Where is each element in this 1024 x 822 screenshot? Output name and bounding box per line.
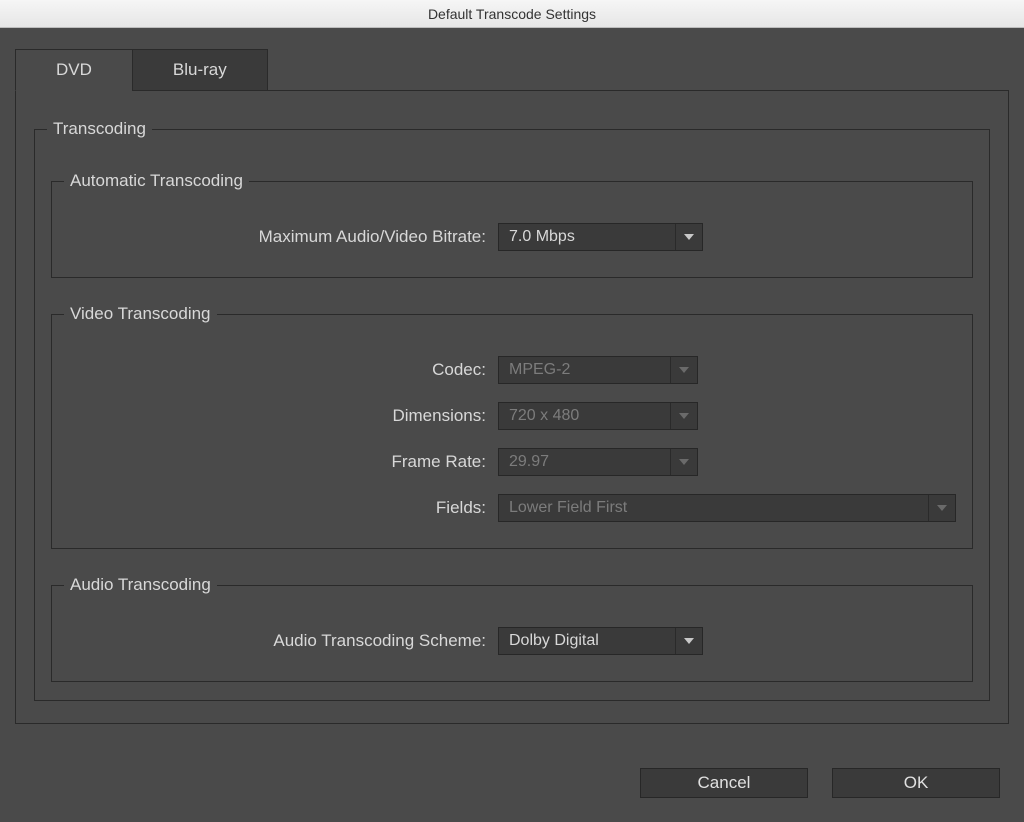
audio-scheme-label: Audio Transcoding Scheme: — [68, 631, 498, 651]
max-bitrate-value: 7.0 Mbps — [499, 228, 675, 246]
video-transcoding-fieldset: Video Transcoding Codec: MPEG-2 Dimensio… — [51, 304, 973, 549]
audio-scheme-row: Audio Transcoding Scheme: Dolby Digital — [68, 627, 956, 655]
codec-label: Codec: — [68, 360, 498, 380]
automatic-transcoding-legend: Automatic Transcoding — [64, 171, 249, 191]
chevron-down-icon — [671, 367, 697, 373]
dimensions-dropdown: 720 x 480 — [498, 402, 698, 430]
dimensions-value: 720 x 480 — [499, 407, 670, 425]
ok-button[interactable]: OK — [832, 768, 1000, 798]
tab-panel-dvd: Transcoding Automatic Transcoding Maximu… — [15, 90, 1009, 724]
codec-value: MPEG-2 — [499, 361, 670, 379]
ok-button-label: OK — [904, 773, 929, 793]
transcoding-legend: Transcoding — [47, 119, 152, 139]
footer-buttons: Cancel OK — [640, 768, 1000, 798]
max-bitrate-label: Maximum Audio/Video Bitrate: — [68, 227, 498, 247]
frame-rate-label: Frame Rate: — [68, 452, 498, 472]
frame-rate-value: 29.97 — [499, 453, 670, 471]
title-bar: Default Transcode Settings — [0, 0, 1024, 28]
chevron-down-icon — [676, 638, 702, 644]
fields-row: Fields: Lower Field First — [68, 494, 956, 522]
tab-bluray[interactable]: Blu-ray — [132, 49, 268, 91]
chevron-down-icon — [929, 505, 955, 511]
max-bitrate-row: Maximum Audio/Video Bitrate: 7.0 Mbps — [68, 223, 956, 251]
cancel-button-label: Cancel — [698, 773, 751, 793]
cancel-button[interactable]: Cancel — [640, 768, 808, 798]
chevron-down-icon — [676, 234, 702, 240]
codec-row: Codec: MPEG-2 — [68, 356, 956, 384]
dimensions-label: Dimensions: — [68, 406, 498, 426]
transcoding-fieldset: Transcoding Automatic Transcoding Maximu… — [34, 119, 990, 701]
tab-dvd[interactable]: DVD — [15, 49, 133, 91]
max-bitrate-dropdown[interactable]: 7.0 Mbps — [498, 223, 703, 251]
automatic-transcoding-fieldset: Automatic Transcoding Maximum Audio/Vide… — [51, 171, 973, 278]
codec-dropdown: MPEG-2 — [498, 356, 698, 384]
fields-value: Lower Field First — [499, 499, 928, 517]
tab-row: DVD Blu-ray — [15, 48, 1009, 90]
frame-rate-row: Frame Rate: 29.97 — [68, 448, 956, 476]
tab-bluray-label: Blu-ray — [173, 60, 227, 79]
audio-scheme-value: Dolby Digital — [499, 632, 675, 650]
chevron-down-icon — [671, 413, 697, 419]
window-title: Default Transcode Settings — [428, 6, 596, 22]
dimensions-row: Dimensions: 720 x 480 — [68, 402, 956, 430]
audio-scheme-dropdown[interactable]: Dolby Digital — [498, 627, 703, 655]
video-transcoding-legend: Video Transcoding — [64, 304, 217, 324]
fields-dropdown: Lower Field First — [498, 494, 956, 522]
chevron-down-icon — [671, 459, 697, 465]
content-area: DVD Blu-ray Transcoding Automatic Transc… — [0, 28, 1024, 822]
audio-transcoding-fieldset: Audio Transcoding Audio Transcoding Sche… — [51, 575, 973, 682]
frame-rate-dropdown: 29.97 — [498, 448, 698, 476]
audio-transcoding-legend: Audio Transcoding — [64, 575, 217, 595]
fields-label: Fields: — [68, 498, 498, 518]
tab-dvd-label: DVD — [56, 60, 92, 79]
